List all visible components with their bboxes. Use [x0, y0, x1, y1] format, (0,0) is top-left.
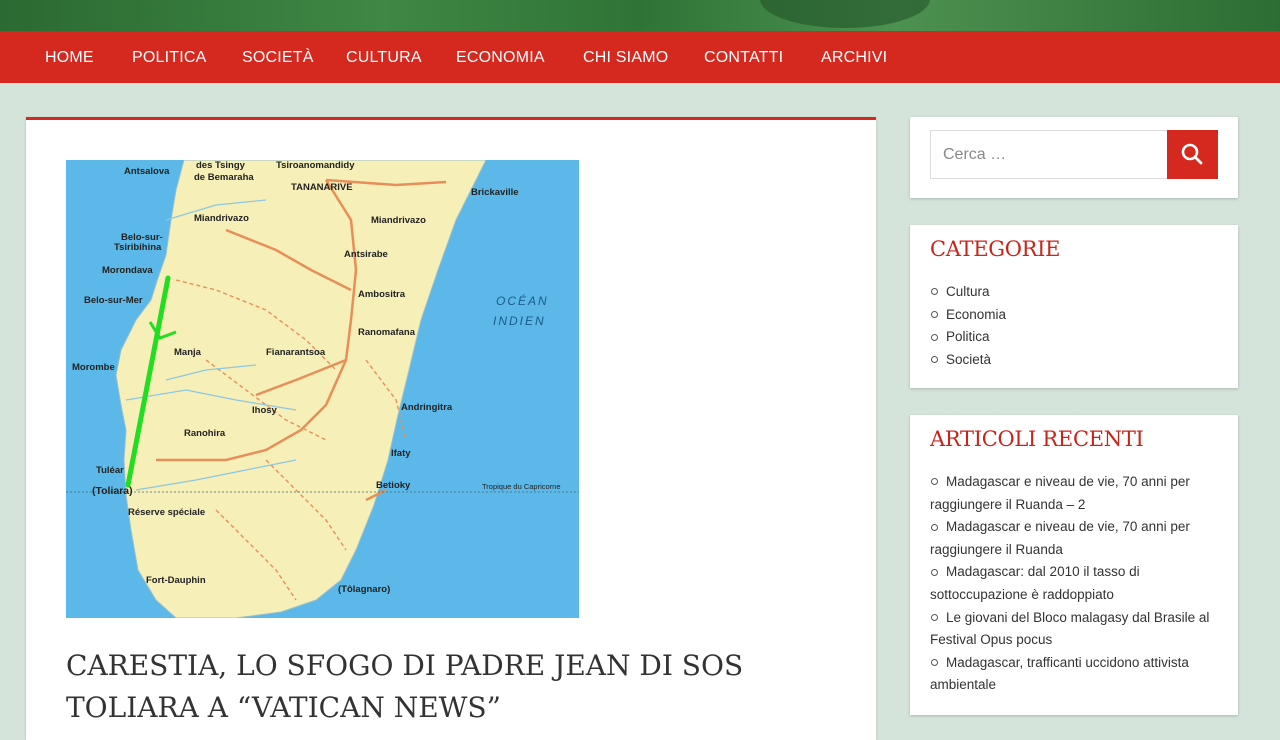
- map-label: Ihosy: [252, 405, 278, 416]
- nav-cultura[interactable]: CULTURA: [346, 31, 422, 85]
- bullet-icon: [931, 288, 938, 296]
- list-item: Società: [930, 349, 1222, 372]
- map-label: Ranohira: [184, 428, 226, 439]
- list-item: Madagascar e niveau de vie, 70 anni per …: [930, 471, 1222, 516]
- map-label: TANANARIVE: [291, 182, 353, 193]
- bullet-icon: [931, 478, 938, 486]
- post-title[interactable]: CARESTIA, LO SFOGO DI PADRE JEAN DI SOS …: [66, 645, 846, 729]
- map-label: Fort-Dauphin: [146, 575, 206, 586]
- nav-contatti[interactable]: CONTATTI: [704, 31, 783, 85]
- map-label: Brickaville: [471, 187, 519, 198]
- map-svg: Antsalova des Tsingy de Bemaraha Tsiroan…: [66, 159, 579, 619]
- category-link[interactable]: Cultura: [946, 284, 990, 299]
- search-widget: [910, 117, 1238, 198]
- map-label: Antsirabe: [344, 249, 388, 260]
- list-item: Cultura: [930, 281, 1222, 304]
- list-item: Economia: [930, 304, 1222, 327]
- map-label: Morondava: [102, 265, 153, 276]
- bullet-icon: [931, 523, 938, 531]
- map-label: des Tsingy: [196, 160, 246, 171]
- recent-post-link[interactable]: Le giovani del Bloco malagasy dal Brasil…: [930, 610, 1209, 648]
- list-item: Madagascar e niveau de vie, 70 anni per …: [930, 516, 1222, 561]
- map-label: (Toliara): [92, 485, 133, 497]
- categories-title: CATEGORIE: [930, 237, 1061, 261]
- map-label: (Tôlagnaro): [338, 584, 390, 595]
- map-label: Réserve spéciale: [128, 507, 205, 518]
- nav-politica[interactable]: POLITICA: [132, 31, 207, 85]
- categories-list: Cultura Economia Politica Società: [930, 281, 1222, 371]
- map-label: Morombe: [72, 362, 115, 373]
- list-item: Politica: [930, 326, 1222, 349]
- map-label: Belo-sur-Mer: [84, 295, 143, 306]
- bullet-icon: [931, 333, 938, 341]
- category-link[interactable]: Società: [946, 352, 991, 367]
- recent-post-link[interactable]: Madagascar, trafficanti uccidono attivis…: [930, 655, 1189, 693]
- main-article: Antsalova des Tsingy de Bemaraha Tsiroan…: [26, 117, 876, 740]
- map-label: Miandrivazo: [371, 215, 426, 226]
- map-label: Ifaty: [391, 448, 411, 459]
- map-label: Ranomafana: [358, 327, 416, 338]
- recent-posts-list: Madagascar e niveau de vie, 70 anni per …: [930, 471, 1222, 697]
- banner-image: [760, 0, 930, 28]
- list-item: Madagascar: dal 2010 il tasso di sottocc…: [930, 561, 1222, 606]
- map-ocean-label: OCÉAN: [496, 293, 549, 308]
- bullet-icon: [931, 311, 938, 319]
- nav-home[interactable]: HOME: [45, 31, 94, 85]
- recent-posts-widget: ARTICOLI RECENTI Madagascar e niveau de …: [910, 415, 1238, 715]
- recent-post-link[interactable]: Madagascar e niveau de vie, 70 anni per …: [930, 519, 1190, 557]
- bullet-icon: [931, 659, 938, 667]
- map-ocean-label: INDIEN: [493, 314, 546, 328]
- map-label: Andringitra: [401, 402, 453, 413]
- nav-economia[interactable]: ECONOMIA: [456, 31, 545, 85]
- category-link[interactable]: Politica: [946, 329, 990, 344]
- map-tropic-label: Tropique du Capricorne: [482, 482, 561, 491]
- bullet-icon: [931, 568, 938, 576]
- map-label: Tuléar: [96, 465, 124, 476]
- search-input[interactable]: [930, 130, 1167, 179]
- header-banner: [0, 0, 1280, 31]
- map-label: Betioky: [376, 480, 411, 491]
- map-label: Miandrivazo: [194, 213, 249, 224]
- search-button[interactable]: [1167, 130, 1218, 179]
- map-label: Ambositra: [358, 289, 406, 300]
- list-item: Le giovani del Bloco malagasy dal Brasil…: [930, 607, 1222, 652]
- main-navigation: HOME POLITICA SOCIETÀ CULTURA ECONOMIA C…: [0, 31, 1280, 83]
- categories-widget: CATEGORIE Cultura Economia Politica Soci…: [910, 225, 1238, 388]
- nav-chi-siamo[interactable]: CHI SIAMO: [583, 31, 668, 85]
- map-label: Fianarantsoa: [266, 347, 326, 358]
- bullet-icon: [931, 614, 938, 621]
- map-label: de Bemaraha: [194, 172, 254, 183]
- bullet-icon: [931, 356, 938, 364]
- map-label: Tsiroanomandidy: [276, 160, 355, 171]
- nav-archivi[interactable]: ARCHIVI: [821, 31, 887, 85]
- map-label: Tsiribihina: [114, 242, 162, 253]
- map-label: Antsalova: [124, 166, 170, 177]
- search-icon: [1181, 143, 1203, 165]
- madagascar-map-image[interactable]: Antsalova des Tsingy de Bemaraha Tsiroan…: [66, 159, 579, 619]
- map-label: Manja: [174, 347, 202, 358]
- category-link[interactable]: Economia: [946, 307, 1006, 322]
- recent-post-link[interactable]: Madagascar e niveau de vie, 70 anni per …: [930, 474, 1190, 512]
- nav-societa[interactable]: SOCIETÀ: [242, 31, 314, 85]
- list-item: Madagascar, trafficanti uccidono attivis…: [930, 652, 1222, 697]
- recent-posts-title: ARTICOLI RECENTI: [930, 427, 1144, 451]
- recent-post-link[interactable]: Madagascar: dal 2010 il tasso di sottocc…: [930, 564, 1140, 602]
